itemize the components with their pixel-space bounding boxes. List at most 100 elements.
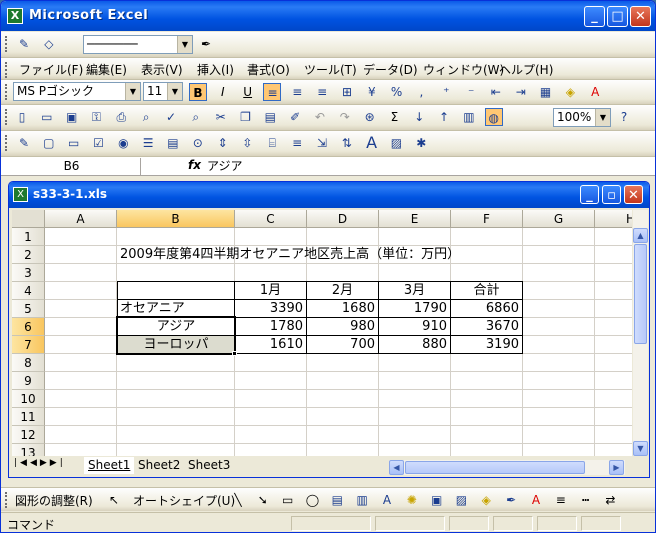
menu-data[interactable]: データ(D) [363, 61, 418, 78]
research-icon[interactable]: ⌕ [187, 108, 205, 126]
chevron-down-icon[interactable]: ▼ [125, 83, 140, 100]
redo-icon[interactable]: ↷ [336, 108, 354, 126]
clipart-icon[interactable]: ▣ [428, 491, 446, 509]
tools-icon[interactable]: ✱ [412, 134, 430, 152]
header-jan[interactable]: 1月 [235, 282, 306, 300]
col-header-h[interactable]: H [595, 210, 632, 228]
picture-icon[interactable]: ▨ [452, 491, 470, 509]
currency-icon[interactable]: ¥ [363, 83, 381, 101]
tab-nav-arrows-icon[interactable]: |◀◀▶▶| [14, 458, 66, 468]
arrow-style-icon[interactable]: ⇄ [601, 491, 619, 509]
menu-edit[interactable]: 編集(E) [86, 61, 127, 78]
oval-icon[interactable]: ◯ [303, 491, 321, 509]
wordart-icon[interactable]: A [378, 491, 396, 509]
cell-e5[interactable]: 1790 [379, 300, 450, 318]
italic-button[interactable]: I [214, 83, 232, 101]
dash-style-icon[interactable]: ┅ [577, 491, 595, 509]
doc-restore-button[interactable]: ▫ [602, 185, 621, 204]
cut-icon[interactable]: ✂ [212, 108, 230, 126]
scrollbar-control-icon[interactable]: ⇕ [214, 134, 232, 152]
col-header-e[interactable]: E [379, 210, 451, 228]
close-button[interactable]: ✕ [630, 6, 651, 27]
groupbox-icon[interactable]: ▢ [40, 134, 58, 152]
sheet-title[interactable]: 2009年度第4四半期オセアニア地区売上高（単位：万円） [120, 246, 460, 264]
cell-c7[interactable]: 1610 [235, 336, 306, 354]
cell-d5[interactable]: 1680 [307, 300, 378, 318]
bold-button[interactable]: B [189, 83, 207, 101]
menu-insert[interactable]: 挿入(I) [197, 61, 234, 78]
eraser-icon[interactable]: ◇ [40, 35, 58, 53]
adjust-menu[interactable]: 図形の調整(R) [15, 492, 93, 509]
row-label-asia[interactable]: アジア [117, 318, 235, 336]
row-header-7[interactable]: 7 [12, 336, 45, 354]
line-style-combo[interactable]: ─────── ▼ [83, 35, 193, 54]
line-color-icon[interactable]: ✒ [197, 35, 215, 53]
fill-bucket-icon[interactable]: ◈ [477, 491, 495, 509]
fx-icon[interactable]: fx [188, 158, 201, 172]
header-mar[interactable]: 3月 [379, 282, 450, 300]
row-header-1[interactable]: 1 [12, 228, 45, 246]
properties-icon[interactable]: ⇅ [338, 134, 356, 152]
line-color-draw-icon[interactable]: ✒ [502, 491, 520, 509]
image-icon[interactable]: ▨ [387, 134, 405, 152]
row-header-12[interactable]: 12 [12, 426, 45, 444]
formula-input[interactable]: アジア [207, 158, 243, 175]
button-control-icon[interactable]: ▭ [65, 134, 83, 152]
autoshape-menu[interactable]: オートシェイプ(U) [133, 492, 235, 509]
increase-indent-icon[interactable]: ⇥ [512, 83, 530, 101]
col-header-b[interactable]: B [117, 210, 235, 228]
forms-grip[interactable] [5, 135, 8, 151]
horizontal-scrollbar[interactable]: ◀ ▶ [389, 460, 625, 475]
doc-close-button[interactable]: ✕ [624, 185, 643, 204]
line-icon[interactable]: ╲ [229, 491, 247, 509]
save-icon[interactable]: ▣ [63, 108, 81, 126]
row-label-europe[interactable]: ヨーロッパ [117, 336, 235, 354]
col-header-g[interactable]: G [523, 210, 595, 228]
checkbox-icon[interactable]: ☑ [89, 134, 107, 152]
cell-d7[interactable]: 700 [307, 336, 378, 354]
text-icon[interactable]: ≡ [288, 134, 306, 152]
option-button-icon[interactable]: ◉ [114, 134, 132, 152]
new-icon[interactable]: ▯ [13, 108, 31, 126]
select-all-corner[interactable] [12, 210, 45, 228]
arrow-icon[interactable]: ➘ [254, 491, 272, 509]
name-box[interactable]: B6 [3, 158, 141, 175]
cell-c6[interactable]: 1780 [235, 318, 306, 336]
list-box-icon[interactable]: ☰ [139, 134, 157, 152]
header-total[interactable]: 合計 [451, 282, 522, 300]
col-header-c[interactable]: C [235, 210, 307, 228]
col-header-a[interactable]: A [45, 210, 117, 228]
horizontal-scroll-thumb[interactable] [405, 461, 585, 474]
permission-icon[interactable]: ⚿ [87, 108, 105, 126]
font-color-draw-icon[interactable]: A [527, 491, 545, 509]
menu-window[interactable]: ウィンドウ(W) [423, 61, 504, 78]
cell-c5[interactable]: 3390 [235, 300, 306, 318]
menu-view[interactable]: 表示(V) [141, 61, 183, 78]
hyperlink-icon[interactable]: ⊛ [361, 108, 379, 126]
edit-icon[interactable]: ⌸ [263, 134, 281, 152]
row-header-5[interactable]: 5 [12, 300, 45, 318]
maximize-button[interactable]: □ [607, 6, 628, 27]
row-header-2[interactable]: 2 [12, 246, 45, 264]
row-header-8[interactable]: 8 [12, 354, 45, 372]
print-preview-icon[interactable]: ⌕ [137, 108, 155, 126]
decrease-indent-icon[interactable]: ⇤ [487, 83, 505, 101]
paste-icon[interactable]: ▤ [261, 108, 279, 126]
row-header-3[interactable]: 3 [12, 264, 45, 282]
row-label-oceania[interactable]: オセアニア [120, 300, 185, 318]
spelling-icon[interactable]: ✓ [162, 108, 180, 126]
toolbar-grip[interactable] [5, 36, 8, 52]
sort-descending-icon[interactable]: ↑ [435, 108, 453, 126]
format-grip[interactable] [5, 84, 8, 100]
chevron-down-icon[interactable]: ▼ [177, 36, 192, 53]
row-header-6[interactable]: 6 [12, 318, 45, 336]
drawing-icon[interactable]: ◍ [484, 108, 503, 126]
cell-f6[interactable]: 3670 [451, 318, 522, 336]
tab-sheet1[interactable]: Sheet1 [84, 457, 135, 474]
format-painter-icon[interactable]: ✐ [286, 108, 304, 126]
cell-d6[interactable]: 980 [307, 318, 378, 336]
line-style-icon[interactable]: ≡ [552, 491, 570, 509]
diagram-icon[interactable]: ✺ [403, 491, 421, 509]
radio-icon[interactable]: ⊙ [189, 134, 207, 152]
tab-sheet3[interactable]: Sheet3 [184, 457, 234, 474]
